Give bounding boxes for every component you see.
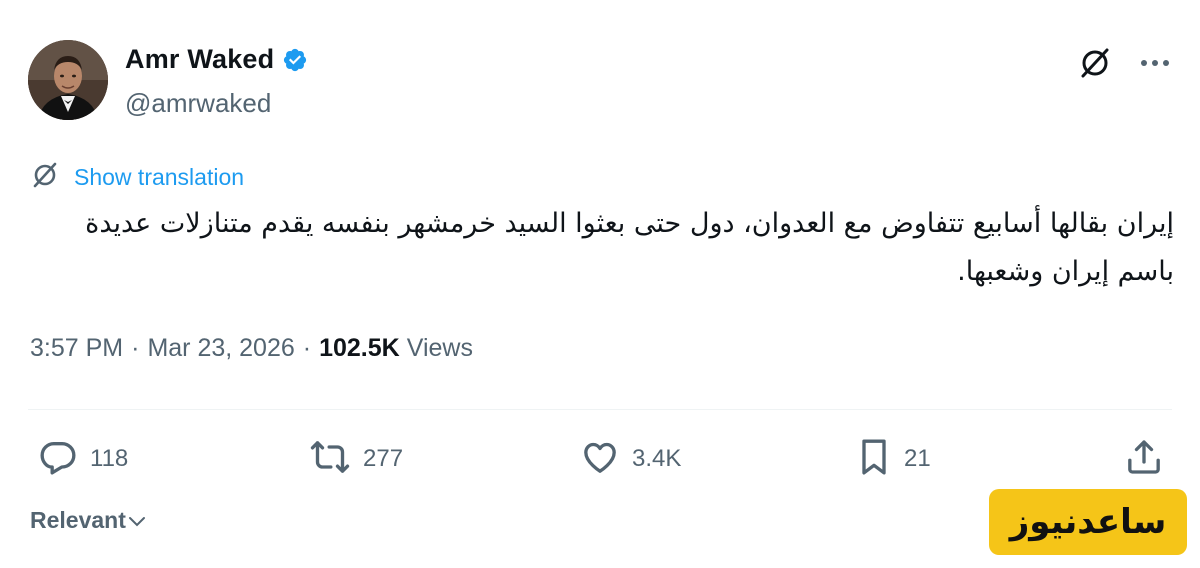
tweet-date[interactable]: Mar 23, 2026	[147, 334, 294, 363]
grok-icon[interactable]	[1078, 46, 1112, 80]
repost-icon	[309, 437, 351, 482]
author-display-name[interactable]: Amr Waked	[125, 44, 274, 75]
author-name-row[interactable]: Amr Waked	[125, 44, 308, 75]
meta-separator: ·	[302, 334, 312, 362]
reply-count: 118	[90, 445, 129, 472]
like-button[interactable]: 3.4K	[580, 436, 681, 482]
reply-icon	[38, 437, 78, 482]
share-icon	[1124, 437, 1164, 482]
reply-sort-dropdown[interactable]: Relevant	[30, 507, 146, 534]
chevron-down-icon	[128, 507, 146, 534]
reply-button[interactable]: 118	[38, 436, 128, 482]
tweet-header-actions	[1078, 46, 1170, 80]
meta-separator: ·	[131, 334, 140, 362]
bookmark-button[interactable]: 21	[856, 436, 931, 482]
repost-button[interactable]: 277	[309, 436, 403, 482]
tweet-time[interactable]: 3:57 PM	[30, 334, 123, 363]
bookmark-icon	[856, 437, 892, 482]
verified-badge-icon[interactable]	[282, 47, 308, 73]
tweet-text: إيران بقالها أسابيع تتفاوض مع العدوان، د…	[85, 208, 1174, 287]
profile-photo	[28, 40, 108, 120]
tweet-card: Amr Waked @amrwaked Show translation إير…	[0, 0, 1200, 568]
divider	[28, 409, 1172, 410]
more-horizontal-icon[interactable]	[1140, 59, 1170, 67]
reply-sort-label: Relevant	[30, 507, 126, 533]
like-count: 3.4K	[632, 445, 682, 472]
avatar[interactable]	[28, 40, 108, 120]
repost-count: 277	[363, 445, 404, 472]
show-translation-label[interactable]: Show translation	[74, 164, 244, 191]
site-watermark-logo: ساعدنیوز	[989, 489, 1187, 555]
bookmark-count: 21	[904, 445, 931, 472]
heart-icon	[580, 437, 620, 482]
engagement-bar: 118 277 3.4K 21	[0, 436, 1200, 482]
share-button[interactable]	[1124, 436, 1164, 482]
views-count[interactable]: 102.5K	[319, 334, 400, 363]
views-label[interactable]: Views	[407, 334, 473, 363]
grok-icon	[30, 160, 60, 195]
tweet-meta: 3:57 PM · Mar 23, 2026 · 102.5K Views	[30, 334, 473, 363]
author-handle[interactable]: @amrwaked	[125, 88, 271, 119]
show-translation-button[interactable]: Show translation	[30, 160, 244, 195]
